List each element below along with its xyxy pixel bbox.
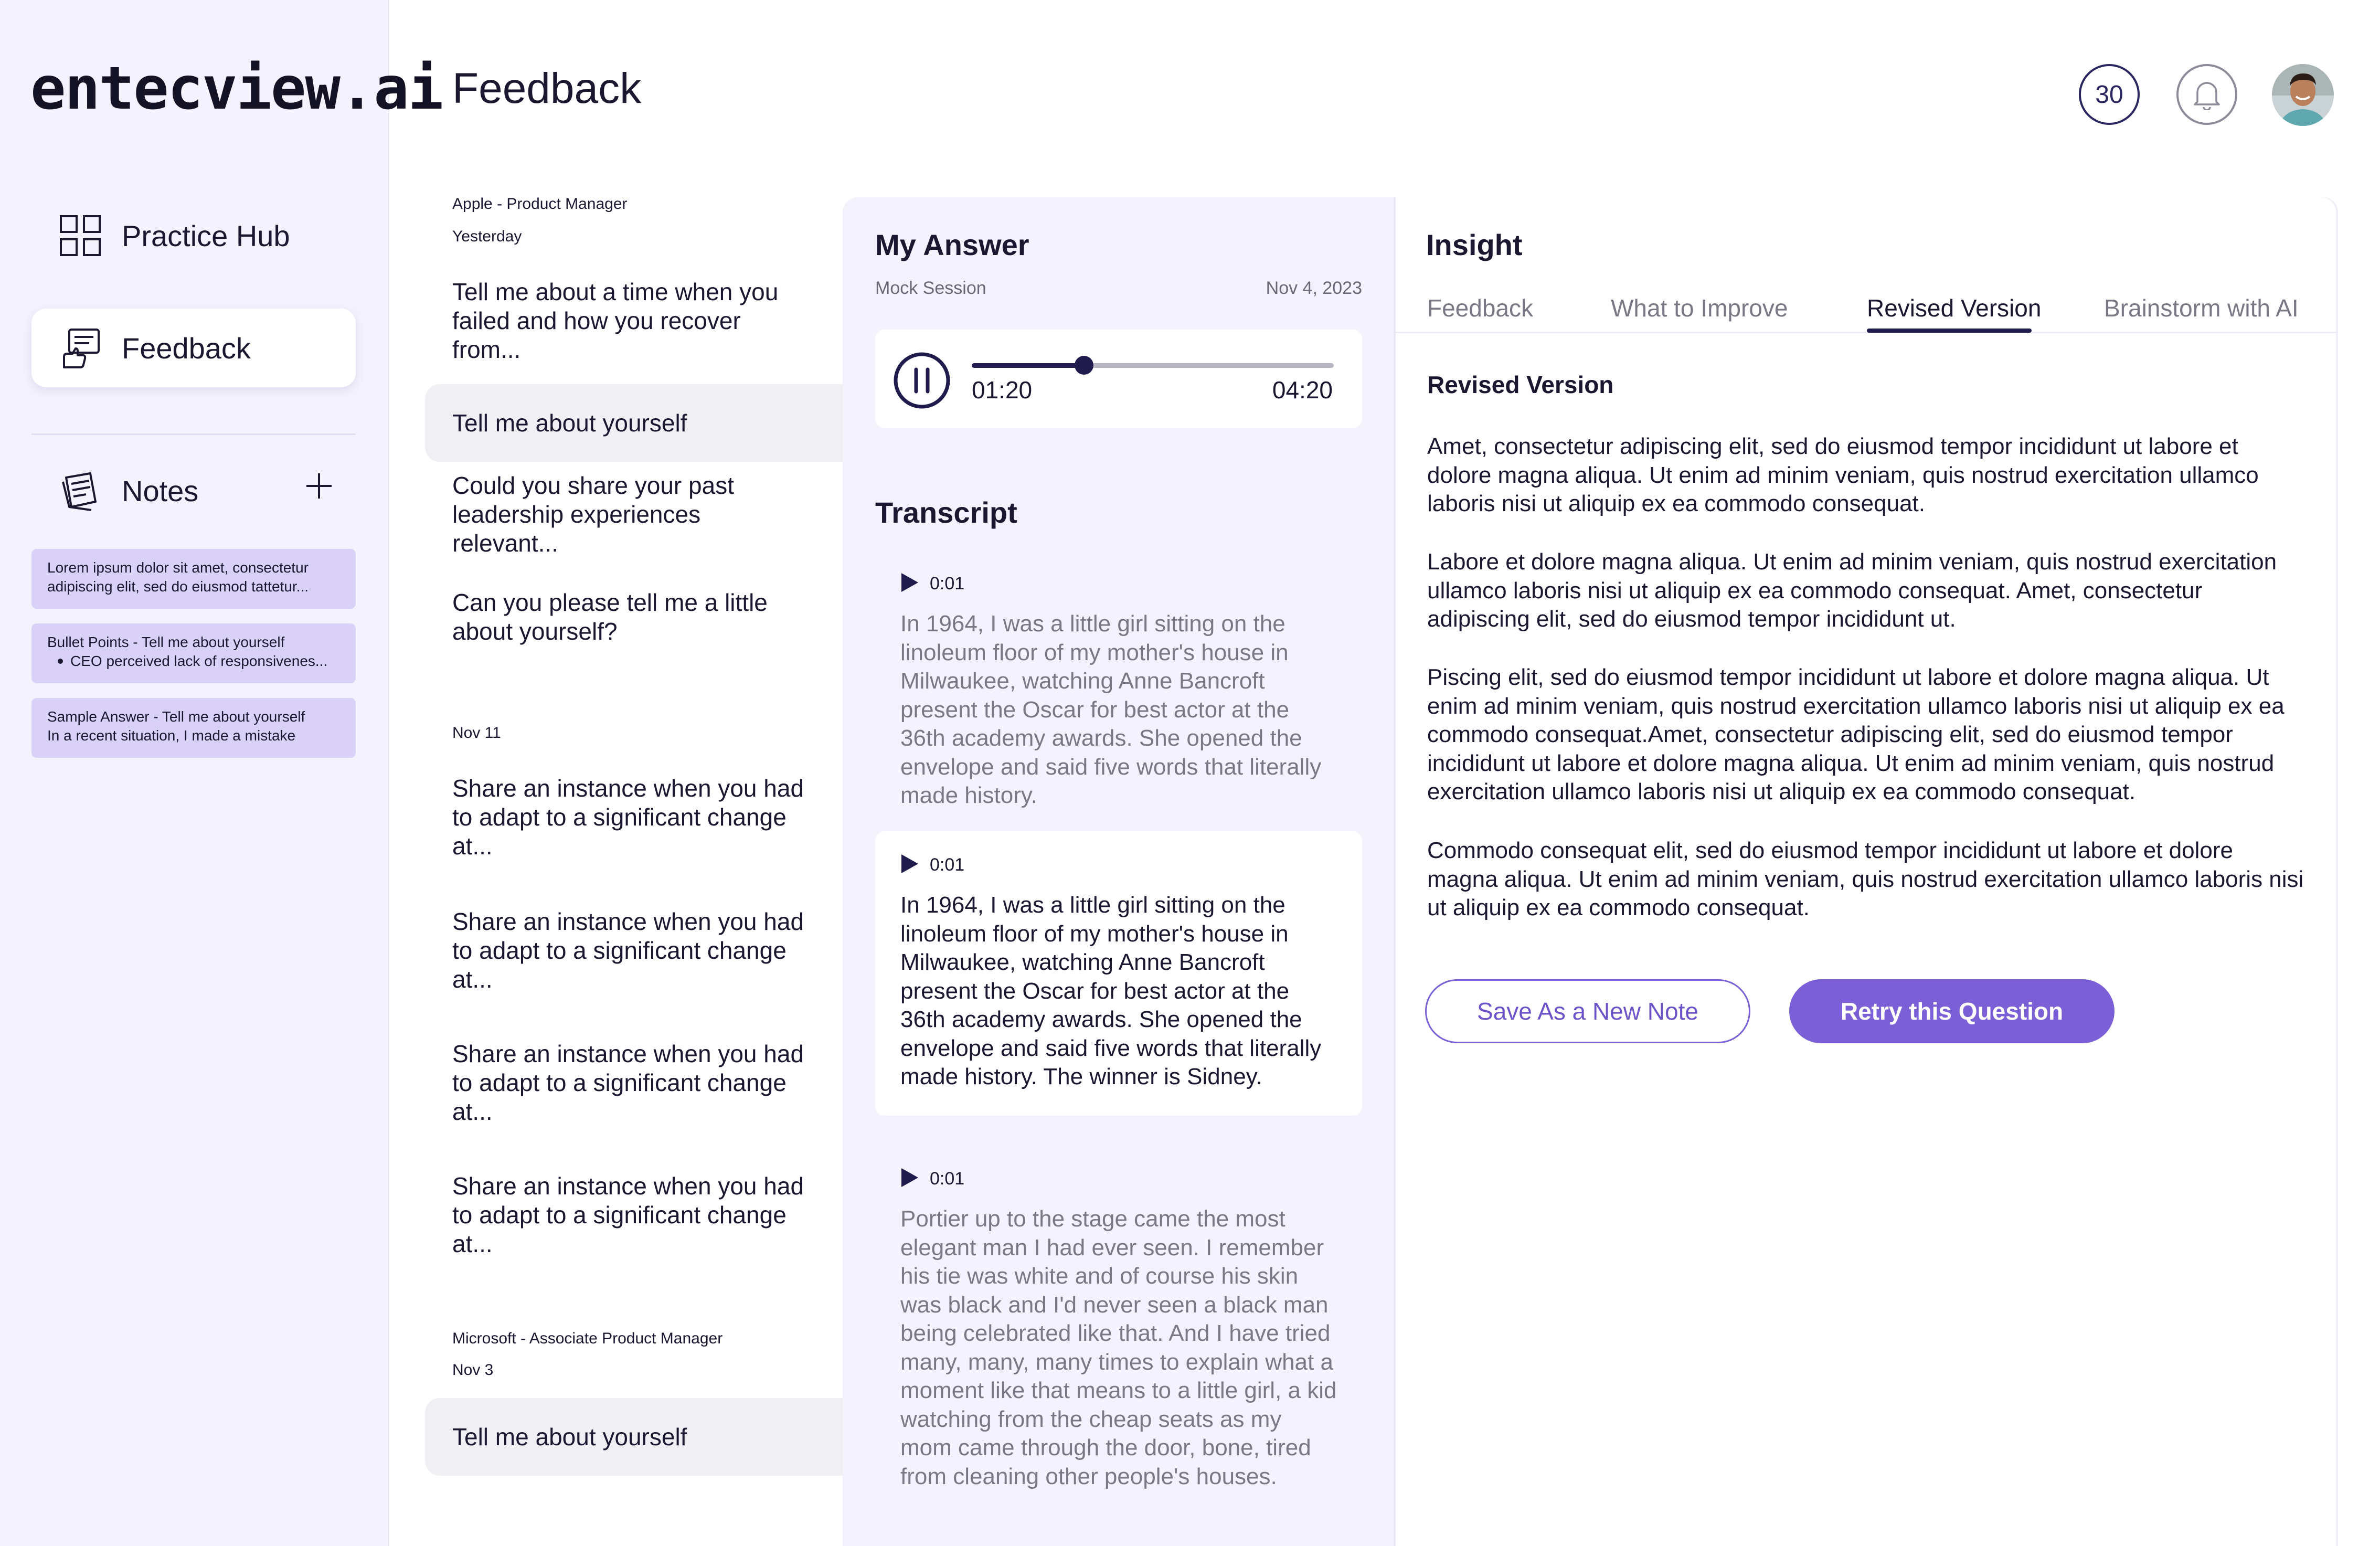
note-card-line1: Bullet Points - Tell me about yourself (47, 634, 285, 650)
question-text: Share an instance when you had to adapt … (452, 907, 804, 993)
save-as-note-button[interactable]: Save As a New Note (1425, 979, 1750, 1043)
tab-what-to-improve[interactable]: What to Improve (1611, 294, 1788, 322)
question-text: Share an instance when you had to adapt … (452, 1040, 804, 1125)
tab-feedback[interactable]: Feedback (1427, 294, 1533, 322)
revised-paragraph: Piscing elit, sed do eiusmod tempor inci… (1427, 664, 2285, 804)
question-item[interactable]: Share an instance when you had to adapt … (425, 906, 844, 995)
section-title: Revised Version (1427, 371, 1614, 398)
note-card[interactable]: Sample Answer - Tell me about yourself I… (31, 698, 356, 758)
revised-paragraph: Labore et dolore magna aliqua. Ut enim a… (1427, 549, 2277, 632)
transcript-segment-active[interactable]: 0:01 In 1964, I was a little girl sittin… (875, 831, 1362, 1116)
question-item[interactable]: Share an instance when you had to adapt … (425, 1170, 844, 1259)
group-date: Yesterday (452, 228, 522, 245)
bell-icon[interactable] (2176, 64, 2237, 125)
session-date: Nov 4, 2023 (1266, 278, 1362, 298)
question-text: Tell me about yourself (452, 409, 687, 437)
current-time: 01:20 (972, 376, 1033, 404)
play-icon[interactable] (900, 572, 919, 596)
active-tab-indicator (1867, 329, 2032, 333)
note-card-line2: In a recent situation, I made a mistake (47, 727, 296, 744)
grid-icon (59, 214, 102, 257)
app-logo[interactable]: entecview.ai (30, 55, 443, 123)
note-card[interactable]: Lorem ipsum dolor sit amet, consectetur … (31, 549, 356, 609)
tab-brainstorm-with-ai[interactable]: Brainstorm with AI (2104, 294, 2299, 322)
sidebar-item-label: Feedback (122, 331, 251, 365)
page-title: Feedback (452, 65, 642, 112)
note-card[interactable]: Bullet Points - Tell me about yourself C… (31, 623, 356, 683)
question-item[interactable]: Share an instance when you had to adapt … (425, 1038, 844, 1127)
add-note-icon[interactable] (303, 470, 335, 502)
segment-time: 0:01 (930, 854, 965, 875)
bullet-icon (58, 658, 63, 664)
note-card-line2: adipiscing elit, sed do eiusmod tattetur… (47, 578, 309, 595)
retry-question-button[interactable]: Retry this Question (1789, 979, 2115, 1043)
session-label: Mock Session (875, 278, 986, 298)
pause-icon[interactable] (893, 352, 951, 409)
play-icon[interactable] (900, 1167, 919, 1191)
note-card-line1: Lorem ipsum dolor sit amet, consectetur (47, 559, 309, 576)
transcript-segment[interactable]: 0:01 Portier up to the stage came the mo… (875, 1145, 1362, 1546)
sidebar-item-practice-hub[interactable]: Practice Hub (31, 196, 356, 275)
credits-badge[interactable]: 30 (2079, 64, 2140, 125)
sidebar-item-label: Practice Hub (122, 219, 290, 252)
feedback-icon (59, 326, 102, 369)
note-card-line1: Sample Answer - Tell me about yourself (47, 708, 305, 725)
avatar[interactable] (2272, 64, 2334, 126)
insight-title: Insight (1426, 228, 1523, 261)
question-text: Tell me about a time when you failed and… (452, 278, 779, 363)
question-item[interactable]: Can you please tell me a little about yo… (425, 588, 844, 647)
question-text: Could you share your past leadership exp… (452, 471, 734, 557)
segment-text: In 1964, I was a little girl sitting on … (900, 611, 1322, 808)
group-date: Nov 3 (452, 1361, 494, 1379)
sidebar-item-label: Notes (122, 474, 199, 507)
segment-time: 0:01 (930, 573, 965, 594)
question-text: Can you please tell me a little about yo… (452, 589, 768, 645)
segment-text: Portier up to the stage came the most el… (900, 1206, 1337, 1489)
question-item[interactable]: Share an instance when you had to adapt … (425, 772, 844, 862)
group-title: Apple - Product Manager (452, 195, 628, 213)
question-item[interactable]: Tell me about a time when you failed and… (425, 276, 844, 365)
segment-text: In 1964, I was a little girl sitting on … (900, 892, 1322, 1089)
question-item[interactable]: Could you share your past leadership exp… (425, 472, 844, 557)
transcript-title: Transcript (875, 496, 1017, 529)
progress-handle[interactable] (1074, 356, 1093, 375)
note-card-line2: CEO perceived lack of responsivenes... (70, 653, 328, 669)
question-item[interactable]: Tell me about yourself (425, 1398, 844, 1476)
question-text: Tell me about yourself (452, 1423, 687, 1450)
answer-title: My Answer (875, 228, 1029, 261)
sidebar-item-feedback[interactable]: Feedback (31, 309, 356, 387)
transcript-segment[interactable]: 0:01 In 1964, I was a little girl sittin… (875, 550, 1362, 833)
revised-paragraph: Amet, consectetur adipiscing elit, sed d… (1427, 433, 2259, 516)
progress-fill (972, 363, 1084, 368)
group-title: Microsoft - Associate Product Manager (452, 1330, 723, 1347)
segment-time: 0:01 (930, 1168, 965, 1189)
revised-paragraph: Commodo consequat elit, sed do eiusmod t… (1427, 838, 2304, 920)
question-text: Share an instance when you had to adapt … (452, 1172, 804, 1257)
group-date: Nov 11 (452, 724, 501, 742)
total-time: 04:20 (1272, 376, 1333, 404)
tab-revised-version[interactable]: Revised Version (1867, 294, 2041, 322)
question-text: Share an instance when you had to adapt … (452, 774, 804, 860)
play-icon[interactable] (900, 853, 919, 877)
sidebar-divider (31, 433, 356, 435)
question-item[interactable]: Tell me about yourself (425, 384, 844, 462)
notes-icon (59, 469, 102, 512)
tabs-divider (1396, 332, 2336, 333)
